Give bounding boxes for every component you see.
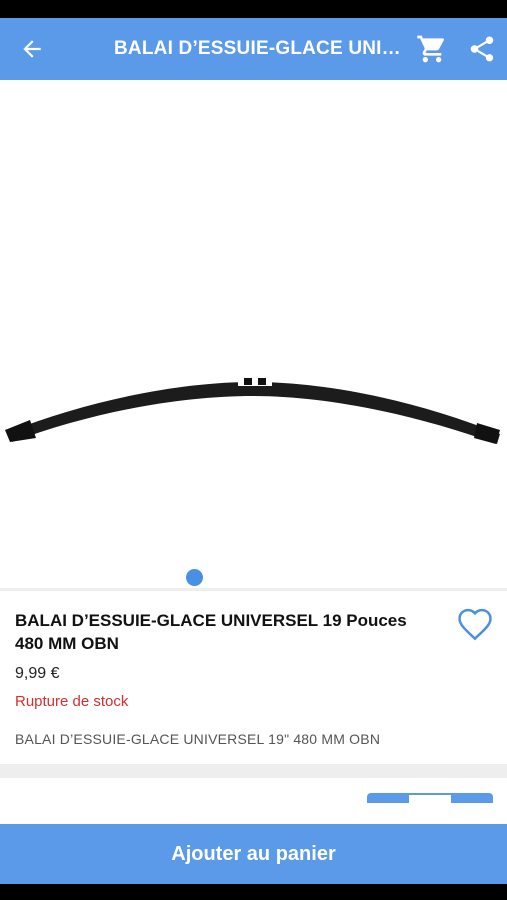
add-to-cart-button[interactable]: Ajouter au panier: [0, 824, 507, 884]
navigation-bar: [0, 884, 507, 900]
share-button[interactable]: [457, 18, 507, 80]
share-icon: [470, 36, 494, 62]
status-bar: [0, 0, 507, 18]
product-description: BALAI D’ESSUIE-GLACE UNIVERSEL 19" 480 M…: [15, 731, 381, 747]
page-title: BALAI D’ESSUIE-GLACE UNIVERSEL 19 Pouces…: [114, 38, 407, 59]
wiper-blade-image: [5, 377, 500, 444]
product-price: 9,99 €: [15, 665, 60, 682]
increase-quantity-button[interactable]: [451, 793, 493, 803]
section-divider: [0, 764, 507, 778]
quantity-section: [0, 778, 507, 824]
cart-button[interactable]: [407, 18, 457, 80]
heart-outline-icon: [458, 608, 492, 641]
quantity-stepper[interactable]: [367, 793, 493, 803]
quantity-value: [409, 793, 451, 803]
cart-icon: [417, 35, 445, 63]
product-name: BALAI D’ESSUIE-GLACE UNIVERSEL 19 Pouces…: [15, 611, 407, 653]
gallery-page-indicator: [186, 569, 203, 586]
app-bar: BALAI D’ESSUIE-GLACE UNIVERSEL 19 Pouces…: [0, 18, 507, 80]
back-button[interactable]: [0, 18, 64, 80]
decrease-quantity-button[interactable]: [367, 793, 409, 803]
stock-status: Rupture de stock: [15, 693, 129, 710]
product-info-card: BALAI D’ESSUIE-GLACE UNIVERSEL 19 Pouces…: [0, 588, 507, 764]
arrow-left-icon: [23, 40, 41, 58]
product-gallery[interactable]: [0, 80, 507, 588]
favorite-button[interactable]: [456, 607, 494, 641]
